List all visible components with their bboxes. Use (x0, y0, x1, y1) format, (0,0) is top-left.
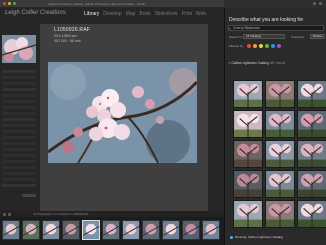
module-print[interactable]: Print (182, 11, 192, 17)
filmstrip-thumbnail[interactable] (182, 220, 200, 240)
panel-header-catalog[interactable] (2, 70, 36, 73)
main-photo[interactable] (48, 62, 197, 163)
result-thumbnail[interactable] (265, 200, 295, 228)
results-count: 360 results (269, 61, 286, 65)
filmstrip-source[interactable]: All Photographs 1 of 1 selected / L10509… (33, 213, 89, 216)
panel-row[interactable] (2, 154, 36, 157)
panel-header-publish[interactable] (2, 184, 36, 187)
module-library[interactable]: Library (84, 11, 99, 17)
result-thumbnail[interactable] (297, 110, 326, 138)
left-panel (0, 24, 40, 211)
panel-header-folders[interactable] (2, 88, 36, 91)
panel-header-collections[interactable] (2, 118, 36, 121)
filmstrip-thumbnail[interactable] (102, 220, 120, 240)
panel-row[interactable] (2, 142, 36, 145)
result-thumbnail[interactable] (233, 140, 263, 168)
photo-exposure: f/5.6 1/800 sec (54, 34, 77, 38)
panel-row[interactable] (2, 136, 36, 139)
status-text: Running: Carlton Lightroom Catalog (235, 235, 283, 239)
panel-row[interactable] (2, 82, 36, 85)
app-title-bar (224, 0, 326, 8)
module-picker: Library Develop Map Book Slideshow Print… (84, 11, 206, 17)
filmstrip-thumbnail[interactable] (202, 220, 220, 240)
filmstrip-thumbnail[interactable] (142, 220, 160, 240)
module-web[interactable]: Web (196, 11, 206, 17)
import-button[interactable] (22, 194, 36, 197)
panel-row[interactable] (2, 100, 36, 103)
result-thumbnail[interactable] (265, 110, 295, 138)
tolerance-label: Tolerance (291, 35, 305, 39)
close-window-button[interactable] (3, 2, 6, 5)
search-heading: Describe what you are looking for (229, 17, 304, 23)
zoom-window-button[interactable] (13, 2, 16, 5)
result-thumbnail[interactable] (233, 170, 263, 198)
result-thumbnail[interactable] (297, 200, 326, 228)
panel-row[interactable] (2, 172, 36, 175)
minimize-window-button[interactable] (8, 2, 11, 5)
result-thumbnail[interactable] (265, 80, 295, 108)
filmstrip-thumbnail[interactable] (82, 220, 100, 240)
color-filter-chip[interactable] (271, 44, 275, 48)
module-slideshow[interactable]: Slideshow (155, 11, 178, 17)
result-thumbnail[interactable] (233, 110, 263, 138)
color-filter-chip[interactable] (277, 44, 281, 48)
results-catalog-name: Carlton Lightroom Catalog (231, 61, 269, 65)
window-title: Lightroom Classic Catalog - Adobe Photos… (48, 1, 146, 6)
navigator-preview[interactable] (2, 35, 36, 63)
color-filter-chip[interactable] (253, 44, 257, 48)
panel-row[interactable] (2, 178, 36, 181)
filmstrip (0, 217, 224, 245)
result-thumbnail[interactable] (297, 170, 326, 198)
color-filter-chip[interactable] (259, 44, 263, 48)
module-book[interactable]: Book (139, 11, 150, 17)
panel-row[interactable] (2, 106, 36, 109)
color-filter-chip[interactable] (247, 44, 251, 48)
tolerance-dropdown[interactable]: Medium (310, 34, 325, 39)
panel-row[interactable] (2, 76, 36, 79)
identity-plate: Leigh Collier Creations (5, 10, 66, 16)
result-thumbnail[interactable] (233, 200, 263, 228)
panel-row[interactable] (2, 166, 36, 169)
status-indicator (230, 236, 233, 239)
filmstrip-thumbnail[interactable] (122, 220, 140, 240)
title-bar: Lightroom Classic Catalog - Adobe Photos… (0, 0, 224, 7)
panel-row[interactable] (2, 94, 36, 97)
loupe-view-icon[interactable] (8, 212, 11, 216)
photo-filename: L1050926.RAF (54, 27, 91, 33)
result-thumbnail[interactable] (265, 140, 295, 168)
panel-row[interactable] (2, 124, 36, 127)
close-icon[interactable] (319, 2, 322, 5)
minimize-icon[interactable] (313, 2, 316, 5)
result-thumbnail[interactable] (297, 80, 326, 108)
result-thumbnail[interactable] (233, 80, 263, 108)
results-header[interactable]: ▾ Carlton Lightroom Catalog 360 results (229, 61, 285, 65)
panel-row[interactable] (2, 112, 36, 115)
photo-iso: ISO 200 · 56 mm (54, 39, 81, 43)
right-panel (208, 24, 224, 211)
panel-row[interactable] (2, 148, 36, 151)
search-in-label: Search in (229, 35, 242, 39)
filmstrip-thumbnail[interactable] (2, 220, 20, 240)
panel-row[interactable] (2, 160, 36, 163)
search-icon: ⌕ (229, 26, 232, 31)
result-thumbnail[interactable] (297, 140, 326, 168)
grid-view-icon[interactable] (3, 212, 6, 216)
filmstrip-thumbnail[interactable] (42, 220, 60, 240)
panel-row[interactable] (2, 130, 36, 133)
filmstrip-thumbnail[interactable] (62, 220, 80, 240)
filmstrip-thumbnail[interactable] (162, 220, 180, 240)
filmstrip-thumbnail[interactable] (22, 220, 40, 240)
module-map[interactable]: Map (126, 11, 136, 17)
module-develop[interactable]: Develop (103, 11, 121, 17)
search-in-dropdown[interactable]: All Catalogs (243, 34, 285, 39)
filter-label: Filtered by (229, 44, 244, 48)
result-thumbnail[interactable] (265, 170, 295, 198)
search-input-value: Cherry Blossoms (233, 26, 260, 30)
color-filter-chip[interactable] (265, 44, 269, 48)
